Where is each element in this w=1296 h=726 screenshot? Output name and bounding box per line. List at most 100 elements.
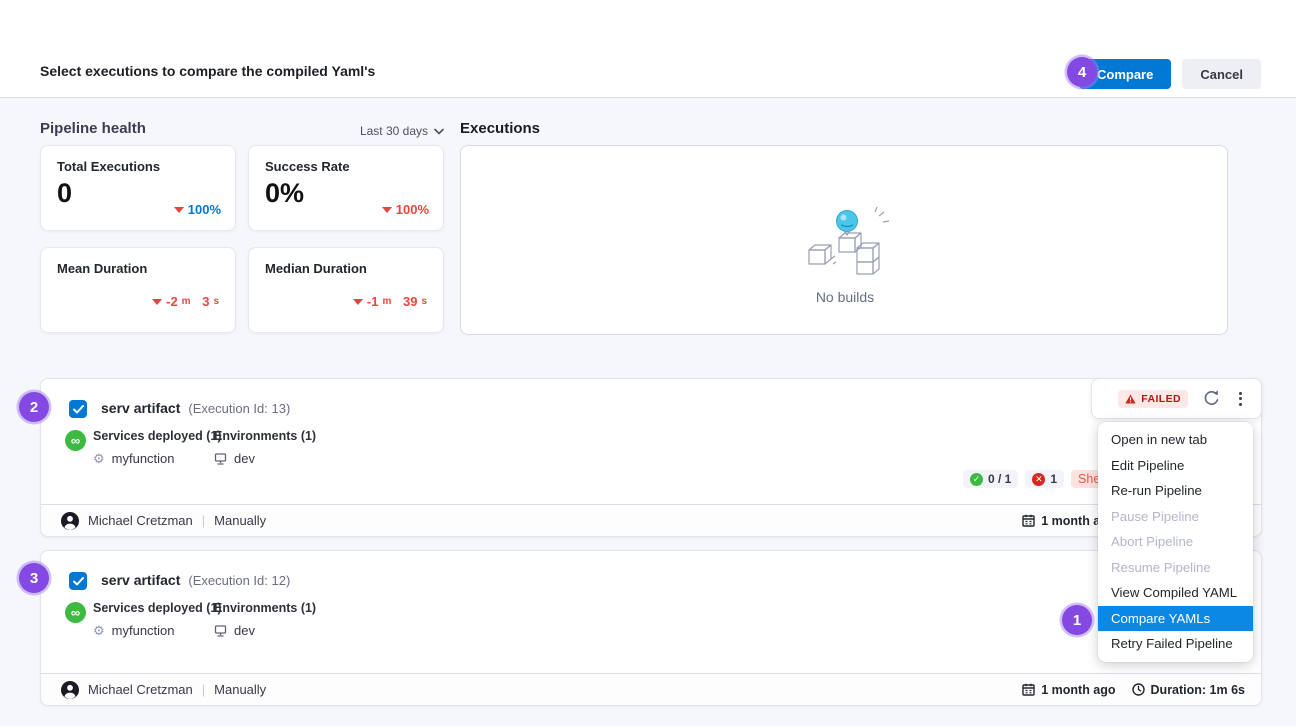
- stat-delta: -2m 3s: [152, 294, 219, 309]
- execution-id: (Execution Id: 13): [188, 401, 290, 416]
- author-name: Michael Cretzman: [88, 682, 193, 697]
- menu-item-compare-yamls[interactable]: Compare YAMLs: [1098, 606, 1253, 632]
- menu-item-resume-pipeline: Resume Pipeline: [1098, 555, 1253, 581]
- environment-item: dev: [214, 623, 316, 638]
- executions-empty-panel: No builds: [460, 145, 1228, 335]
- caret-down-icon: [152, 299, 162, 305]
- services-label: Services deployed (1): [93, 601, 222, 615]
- menu-item-open-in-new-tab[interactable]: Open in new tab: [1098, 427, 1253, 453]
- annotation-badge-4: 4: [1067, 57, 1097, 87]
- cancel-button[interactable]: Cancel: [1182, 59, 1261, 89]
- trigger-type: Manually: [214, 513, 266, 528]
- environment-icon: [214, 625, 227, 637]
- stat-value: 0: [57, 178, 72, 209]
- pipeline-run-title[interactable]: serv artifact(Execution Id: 12): [101, 572, 290, 588]
- stat-label: Median Duration: [265, 261, 367, 276]
- caret-down-icon: [174, 207, 184, 213]
- row-footer: Michael Cretzman | Manually 1 month ago …: [41, 673, 1261, 705]
- environment-item: dev: [214, 451, 316, 466]
- service-name: myfunction: [112, 623, 175, 638]
- footer-author: Michael Cretzman | Manually: [61, 681, 266, 699]
- environments-column: Environments (1) dev: [214, 429, 316, 466]
- gear-icon: ⚙: [93, 452, 105, 465]
- menu-item-pause-pipeline: Pause Pipeline: [1098, 504, 1253, 530]
- avatar: [61, 512, 79, 530]
- check-icon: [73, 577, 84, 586]
- stat-delta: 100%: [174, 202, 221, 217]
- stat-label: Mean Duration: [57, 261, 147, 276]
- service-name: myfunction: [112, 451, 175, 466]
- annotation-badge-1: 1: [1062, 605, 1092, 635]
- topbar-actions: Compare Cancel: [1079, 59, 1261, 89]
- refresh-button[interactable]: [1202, 389, 1221, 408]
- menu-item-edit-pipeline[interactable]: Edit Pipeline: [1098, 453, 1253, 479]
- caret-down-icon: [353, 299, 363, 305]
- pipeline-run-title[interactable]: serv artifact(Execution Id: 13): [101, 400, 290, 416]
- execution-id: (Execution Id: 12): [188, 573, 290, 588]
- clock-icon: [1132, 683, 1145, 696]
- failed-status-badge: FAILED: [1118, 390, 1188, 408]
- menu-item-rerun-pipeline[interactable]: Re-run Pipeline: [1098, 478, 1253, 504]
- row-context-menu: Open in new tab Edit Pipeline Re-run Pip…: [1098, 422, 1253, 662]
- refresh-icon: [1202, 389, 1221, 408]
- pipeline-health-title: Pipeline health: [40, 120, 146, 137]
- stat-delta: -1m 39s: [353, 294, 427, 309]
- gear-icon: ⚙: [93, 624, 105, 637]
- duration-meta: Duration: 1m 6s: [1132, 683, 1245, 697]
- topbar: Select executions to compare the compile…: [0, 0, 1296, 98]
- execution-row-13: serv artifact(Execution Id: 13) ∞ Servic…: [40, 378, 1262, 537]
- row-checkbox[interactable]: [69, 400, 87, 418]
- environments-column: Environments (1) dev: [214, 601, 316, 638]
- menu-item-view-compiled-yaml[interactable]: View Compiled YAML: [1098, 580, 1253, 606]
- compare-executions-screen: Select executions to compare the compile…: [0, 0, 1296, 726]
- no-builds-illustration: [795, 204, 895, 282]
- stat-card-median-duration: Median Duration -1m 39s: [248, 247, 444, 333]
- annotation-badge-2: 2: [19, 392, 49, 422]
- footer-author: Michael Cretzman | Manually: [61, 512, 266, 530]
- footer-meta: 1 month ago Duration: 1m 6s: [1022, 683, 1245, 697]
- separator: |: [202, 513, 205, 528]
- row-footer: Michael Cretzman | Manually 1 month ago …: [41, 504, 1261, 536]
- warning-triangle-icon: [1125, 394, 1136, 404]
- row-checkbox[interactable]: [69, 572, 87, 590]
- date-meta: 1 month ago: [1022, 683, 1115, 697]
- services-column: Services deployed (1) ⚙ myfunction: [93, 429, 222, 466]
- stat-card-total-executions: Total Executions 0 100%: [40, 145, 236, 231]
- stat-value: 0%: [265, 178, 304, 209]
- no-builds-text: No builds: [461, 289, 1229, 305]
- executions-title: Executions: [460, 120, 540, 137]
- check-circle-icon: ✓: [970, 473, 983, 486]
- environment-icon: [214, 453, 227, 465]
- menu-item-retry-failed-pipeline[interactable]: Retry Failed Pipeline: [1098, 631, 1253, 657]
- stat-label: Success Rate: [265, 159, 350, 174]
- stat-label: Total Executions: [57, 159, 160, 174]
- chevron-down-icon: [434, 128, 444, 135]
- time-range-select[interactable]: Last 30 days: [360, 124, 444, 138]
- service-item: ⚙ myfunction: [93, 451, 222, 466]
- avatar: [61, 681, 79, 699]
- check-icon: [73, 405, 84, 414]
- execution-status-cluster: FAILED: [1091, 378, 1262, 419]
- failed-count-pill: ✕ 1: [1025, 470, 1064, 488]
- stat-card-mean-duration: Mean Duration -2m 3s: [40, 247, 236, 333]
- stat-delta: 100%: [382, 202, 429, 217]
- time-range-label: Last 30 days: [360, 124, 428, 138]
- calendar-icon: [1022, 683, 1035, 696]
- more-options-button[interactable]: [1235, 390, 1246, 408]
- environment-name: dev: [234, 623, 255, 638]
- separator: |: [202, 682, 205, 697]
- menu-item-abort-pipeline: Abort Pipeline: [1098, 529, 1253, 555]
- cd-pipeline-icon: ∞: [65, 602, 86, 623]
- services-label: Services deployed (1): [93, 429, 222, 443]
- stat-card-success-rate: Success Rate 0% 100%: [248, 145, 444, 231]
- cd-pipeline-icon: ∞: [65, 430, 86, 451]
- annotation-badge-3: 3: [19, 563, 49, 593]
- caret-down-icon: [382, 207, 392, 213]
- page-title: Select executions to compare the compile…: [40, 63, 375, 79]
- trigger-type: Manually: [214, 682, 266, 697]
- calendar-icon: [1022, 514, 1035, 527]
- success-count-pill: ✓ 0 / 1: [963, 470, 1018, 488]
- x-circle-icon: ✕: [1032, 473, 1045, 486]
- author-name: Michael Cretzman: [88, 513, 193, 528]
- environments-label: Environments (1): [214, 429, 316, 443]
